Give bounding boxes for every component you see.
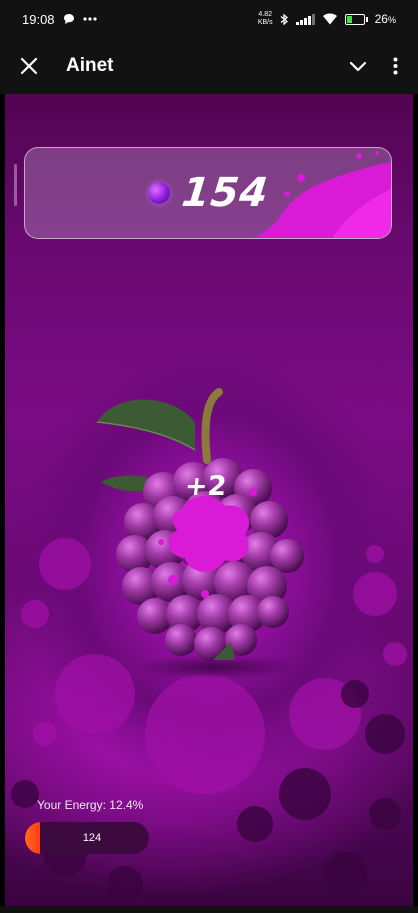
score-card: 154 — [24, 147, 392, 239]
more-horiz-icon — [82, 17, 97, 21]
energy-bar: 124 — [25, 822, 149, 854]
coin-icon — [147, 182, 170, 204]
more-vert-icon[interactable] — [393, 57, 398, 75]
bottom-edge — [0, 906, 418, 913]
scroll-indicator — [14, 164, 17, 206]
blackberry-tap-target[interactable] — [85, 342, 325, 682]
energy-value: 124 — [82, 832, 102, 844]
chat-bubble-icon — [63, 14, 74, 24]
status-bar: 19:08 4.82 KB/s 26% — [0, 0, 418, 38]
top-app-bar: Ainet — [0, 38, 418, 94]
net-speed: 4.82 KB/s — [257, 11, 273, 26]
close-icon[interactable] — [20, 57, 38, 75]
tap-reward-label: +2 — [183, 471, 228, 502]
cell-signal-icon — [295, 13, 315, 25]
game-area: 154 +2 Your Energy: 12.4% 124 — [5, 94, 413, 906]
wifi-icon — [322, 13, 337, 25]
app-title: Ainet — [66, 55, 114, 76]
chevron-down-icon[interactable] — [349, 61, 367, 72]
score-value: 154 — [179, 170, 271, 216]
bluetooth-icon — [280, 13, 288, 25]
energy-label: Your Energy: 12.4% — [37, 798, 144, 812]
battery-icon — [344, 13, 368, 25]
status-time: 19:08 — [22, 11, 55, 27]
battery-percent: 26% — [374, 12, 396, 26]
